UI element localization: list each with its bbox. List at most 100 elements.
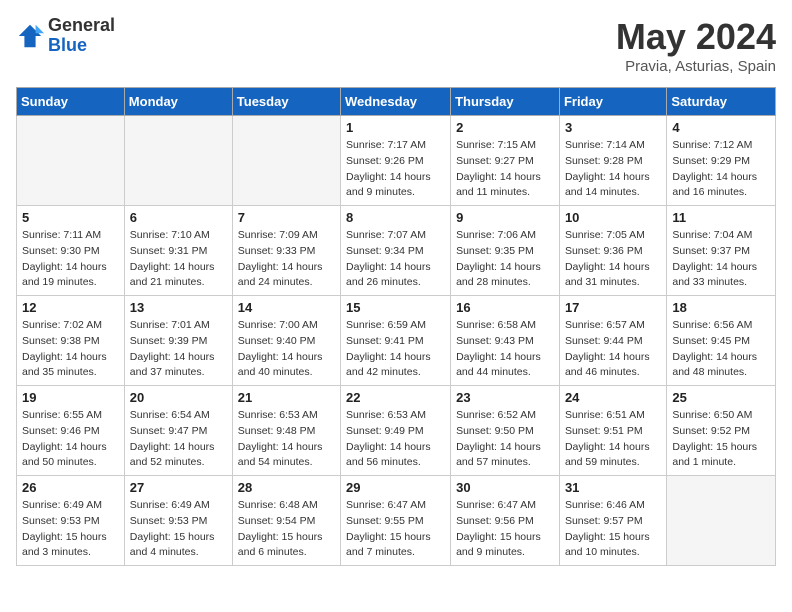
day-number: 28 <box>238 480 335 495</box>
cell-info: Sunrise: 7:06 AMSunset: 9:35 PMDaylight:… <box>456 228 554 291</box>
calendar-cell: 18 Sunrise: 6:56 AMSunset: 9:45 PMDayligh… <box>667 296 776 386</box>
weekday-header-thursday: Thursday <box>451 88 560 116</box>
calendar-cell: 16Sunrise: 6:58 AMSunset: 9:43 PMDayligh… <box>451 296 560 386</box>
calendar-cell: 31 Sunrise: 6:46 AMSunset: 9:57 PMDayligh… <box>559 476 666 566</box>
cell-info: Sunrise: 7:07 AMSunset: 9:34 PMDaylight:… <box>346 228 445 291</box>
calendar-cell: 22 Sunrise: 6:53 AMSunset: 9:49 PMDayligh… <box>341 386 451 476</box>
calendar-cell: 24Sunrise: 6:51 AMSunset: 9:51 PMDayligh… <box>559 386 666 476</box>
cell-info: Sunrise: 6:53 AMSunset: 9:48 PMDaylight:… <box>238 408 335 471</box>
page-header: General Blue May 2024 Pravia, Asturias, … <box>16 16 776 75</box>
month-title: May 2024 <box>616 16 776 58</box>
calendar-cell <box>667 476 776 566</box>
calendar-week-row: 5 Sunrise: 7:11 AMSunset: 9:30 PMDaylight… <box>17 206 776 296</box>
cell-info: Sunrise: 6:47 AMSunset: 9:55 PMDaylight:… <box>346 498 445 561</box>
logo-text: General Blue <box>48 16 115 56</box>
location-subtitle: Pravia, Asturias, Spain <box>616 58 776 75</box>
calendar-cell: 4 Sunrise: 7:12 AMSunset: 9:29 PMDaylight… <box>667 116 776 206</box>
day-number: 21 <box>238 390 335 405</box>
calendar-cell: 20 Sunrise: 6:54 AMSunset: 9:47 PMDayligh… <box>124 386 232 476</box>
day-number: 22 <box>346 390 445 405</box>
day-number: 7 <box>238 210 335 225</box>
cell-info: Sunrise: 6:50 AMSunset: 9:52 PMDaylight:… <box>672 408 770 471</box>
cell-info: Sunrise: 6:56 AMSunset: 9:45 PMDaylight:… <box>672 318 770 381</box>
calendar-cell: 10Sunrise: 7:05 AMSunset: 9:36 PMDayligh… <box>559 206 666 296</box>
calendar-week-row: 26 Sunrise: 6:49 AMSunset: 9:53 PMDayligh… <box>17 476 776 566</box>
calendar-cell: 6 Sunrise: 7:10 AMSunset: 9:31 PMDaylight… <box>124 206 232 296</box>
calendar-cell: 25 Sunrise: 6:50 AMSunset: 9:52 PMDayligh… <box>667 386 776 476</box>
calendar-cell: 7Sunrise: 7:09 AMSunset: 9:33 PMDaylight… <box>232 206 340 296</box>
day-number: 30 <box>456 480 554 495</box>
weekday-header-row: SundayMondayTuesdayWednesdayThursdayFrid… <box>17 88 776 116</box>
logo: General Blue <box>16 16 115 56</box>
cell-info: Sunrise: 7:17 AMSunset: 9:26 PMDaylight:… <box>346 138 445 201</box>
day-number: 15 <box>346 300 445 315</box>
day-number: 13 <box>130 300 227 315</box>
cell-info: Sunrise: 6:51 AMSunset: 9:51 PMDaylight:… <box>565 408 661 471</box>
weekday-header-wednesday: Wednesday <box>341 88 451 116</box>
day-number: 18 <box>672 300 770 315</box>
day-number: 19 <box>22 390 119 405</box>
cell-info: Sunrise: 6:49 AMSunset: 9:53 PMDaylight:… <box>130 498 227 561</box>
calendar-cell: 30Sunrise: 6:47 AMSunset: 9:56 PMDayligh… <box>451 476 560 566</box>
calendar-cell <box>17 116 125 206</box>
day-number: 26 <box>22 480 119 495</box>
calendar-cell <box>124 116 232 206</box>
day-number: 23 <box>456 390 554 405</box>
cell-info: Sunrise: 7:14 AMSunset: 9:28 PMDaylight:… <box>565 138 661 201</box>
cell-info: Sunrise: 6:46 AMSunset: 9:57 PMDaylight:… <box>565 498 661 561</box>
day-number: 3 <box>565 120 661 135</box>
day-number: 10 <box>565 210 661 225</box>
day-number: 14 <box>238 300 335 315</box>
cell-info: Sunrise: 6:48 AMSunset: 9:54 PMDaylight:… <box>238 498 335 561</box>
logo-blue-text: Blue <box>48 36 115 56</box>
cell-info: Sunrise: 6:54 AMSunset: 9:47 PMDaylight:… <box>130 408 227 471</box>
calendar-cell: 13Sunrise: 7:01 AMSunset: 9:39 PMDayligh… <box>124 296 232 386</box>
day-number: 9 <box>456 210 554 225</box>
cell-info: Sunrise: 6:53 AMSunset: 9:49 PMDaylight:… <box>346 408 445 471</box>
calendar-week-row: 19 Sunrise: 6:55 AMSunset: 9:46 PMDayligh… <box>17 386 776 476</box>
weekday-header-friday: Friday <box>559 88 666 116</box>
weekday-header-saturday: Saturday <box>667 88 776 116</box>
day-number: 29 <box>346 480 445 495</box>
calendar-cell: 14Sunrise: 7:00 AMSunset: 9:40 PMDayligh… <box>232 296 340 386</box>
title-block: May 2024 Pravia, Asturias, Spain <box>616 16 776 75</box>
calendar-cell: 17 Sunrise: 6:57 AMSunset: 9:44 PMDayligh… <box>559 296 666 386</box>
day-number: 16 <box>456 300 554 315</box>
day-number: 20 <box>130 390 227 405</box>
cell-info: Sunrise: 7:15 AMSunset: 9:27 PMDaylight:… <box>456 138 554 201</box>
calendar-cell <box>232 116 340 206</box>
day-number: 17 <box>565 300 661 315</box>
calendar-cell: 19 Sunrise: 6:55 AMSunset: 9:46 PMDayligh… <box>17 386 125 476</box>
cell-info: Sunrise: 7:04 AMSunset: 9:37 PMDaylight:… <box>672 228 770 291</box>
day-number: 8 <box>346 210 445 225</box>
weekday-header-sunday: Sunday <box>17 88 125 116</box>
calendar-cell: 12 Sunrise: 7:02 AMSunset: 9:38 PMDayligh… <box>17 296 125 386</box>
calendar-cell: 1 Sunrise: 7:17 AMSunset: 9:26 PMDaylight… <box>341 116 451 206</box>
cell-info: Sunrise: 6:49 AMSunset: 9:53 PMDaylight:… <box>22 498 119 561</box>
cell-info: Sunrise: 7:11 AMSunset: 9:30 PMDaylight:… <box>22 228 119 291</box>
day-number: 27 <box>130 480 227 495</box>
day-number: 2 <box>456 120 554 135</box>
calendar-cell: 3 Sunrise: 7:14 AMSunset: 9:28 PMDaylight… <box>559 116 666 206</box>
weekday-header-tuesday: Tuesday <box>232 88 340 116</box>
calendar-cell: 11Sunrise: 7:04 AMSunset: 9:37 PMDayligh… <box>667 206 776 296</box>
cell-info: Sunrise: 6:52 AMSunset: 9:50 PMDaylight:… <box>456 408 554 471</box>
day-number: 5 <box>22 210 119 225</box>
cell-info: Sunrise: 6:55 AMSunset: 9:46 PMDaylight:… <box>22 408 119 471</box>
calendar-cell: 27 Sunrise: 6:49 AMSunset: 9:53 PMDayligh… <box>124 476 232 566</box>
day-number: 4 <box>672 120 770 135</box>
day-number: 12 <box>22 300 119 315</box>
cell-info: Sunrise: 7:10 AMSunset: 9:31 PMDaylight:… <box>130 228 227 291</box>
cell-info: Sunrise: 7:02 AMSunset: 9:38 PMDaylight:… <box>22 318 119 381</box>
day-number: 6 <box>130 210 227 225</box>
calendar-week-row: 1 Sunrise: 7:17 AMSunset: 9:26 PMDaylight… <box>17 116 776 206</box>
logo-general-text: General <box>48 16 115 36</box>
cell-info: Sunrise: 7:12 AMSunset: 9:29 PMDaylight:… <box>672 138 770 201</box>
day-number: 1 <box>346 120 445 135</box>
weekday-header-monday: Monday <box>124 88 232 116</box>
day-number: 31 <box>565 480 661 495</box>
calendar-cell: 15Sunrise: 6:59 AMSunset: 9:41 PMDayligh… <box>341 296 451 386</box>
cell-info: Sunrise: 6:57 AMSunset: 9:44 PMDaylight:… <box>565 318 661 381</box>
day-number: 25 <box>672 390 770 405</box>
calendar-cell: 28 Sunrise: 6:48 AMSunset: 9:54 PMDayligh… <box>232 476 340 566</box>
